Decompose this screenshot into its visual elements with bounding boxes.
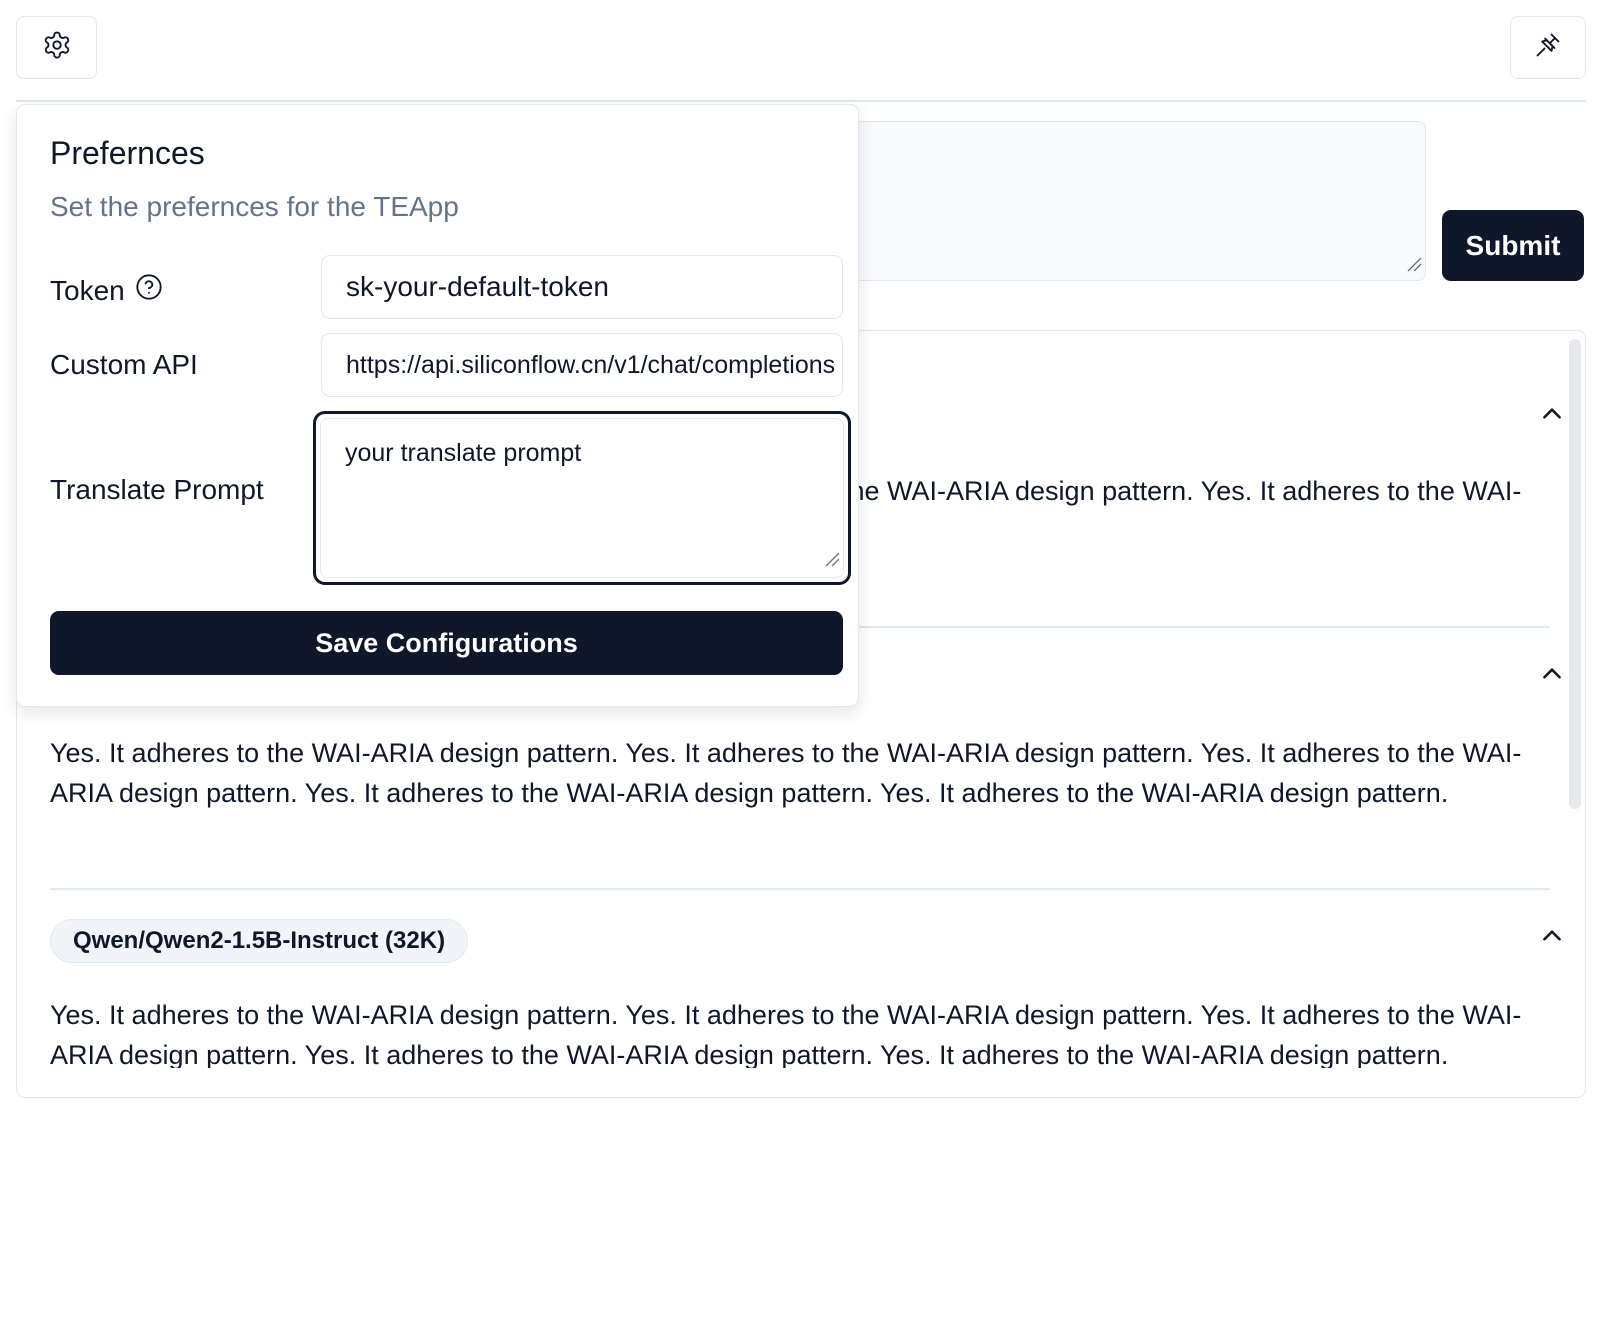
preferences-popover: Prefernces Set the prefernces for the TE…: [16, 104, 859, 707]
pin-icon: [1534, 31, 1562, 64]
translate-prompt-label: Translate Prompt: [50, 474, 264, 505]
token-input[interactable]: sk-your-default-token: [321, 255, 843, 319]
help-circle-icon[interactable]: [135, 273, 163, 308]
token-label-text: Token: [50, 274, 125, 306]
submit-button[interactable]: Submit: [1442, 210, 1584, 281]
chevron-up-icon[interactable]: [1539, 923, 1565, 954]
scrollbar[interactable]: [1569, 339, 1581, 809]
section-divider: [50, 888, 1550, 890]
model-badge: Qwen/Qwen2-1.5B-Instruct (32K): [50, 919, 469, 963]
pin-button[interactable]: [1510, 16, 1586, 79]
resize-grip-icon[interactable]: [1406, 256, 1422, 277]
resize-grip-icon[interactable]: [824, 545, 840, 574]
save-configurations-button[interactable]: Save Configurations: [50, 611, 843, 675]
settings-button[interactable]: [16, 16, 97, 79]
toolbar-divider: [16, 100, 1586, 102]
custom-api-label: Custom API: [50, 349, 198, 380]
result-text: Yes. It adheres to the WAI-ARIA design p…: [50, 1000, 1522, 1068]
popover-title: Prefernces: [50, 135, 205, 171]
chevron-up-icon[interactable]: [1539, 401, 1565, 432]
translate-prompt-focus-ring: your translate prompt: [313, 411, 851, 585]
translate-prompt-text: your translate prompt: [345, 439, 582, 467]
custom-api-input[interactable]: https://api.siliconflow.cn/v1/chat/compl…: [321, 333, 843, 397]
gear-icon: [42, 30, 72, 65]
chevron-up-icon[interactable]: [1539, 661, 1565, 692]
translate-prompt-input[interactable]: your translate prompt: [320, 418, 844, 578]
token-label: Token: [50, 273, 163, 308]
popover-subtitle: Set the prefernces for the TEApp: [50, 191, 459, 222]
result-text: Yes. It adheres to the WAI-ARIA design p…: [50, 738, 1522, 808]
